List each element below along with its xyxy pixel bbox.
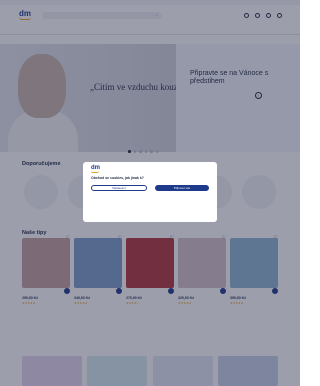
accept-all-button[interactable]: Přijmout vše: [155, 185, 209, 191]
dm-logo: dm: [91, 165, 100, 173]
cookie-title: Obchod se cookies, jak jinak k?: [91, 176, 144, 180]
cookie-dialog: dm Obchod se cookies, jak jinak k? Nasta…: [83, 162, 217, 222]
cookie-buttons: Nastavení Přijmout vše: [91, 185, 209, 191]
cookie-settings-button[interactable]: Nastavení: [91, 185, 147, 191]
